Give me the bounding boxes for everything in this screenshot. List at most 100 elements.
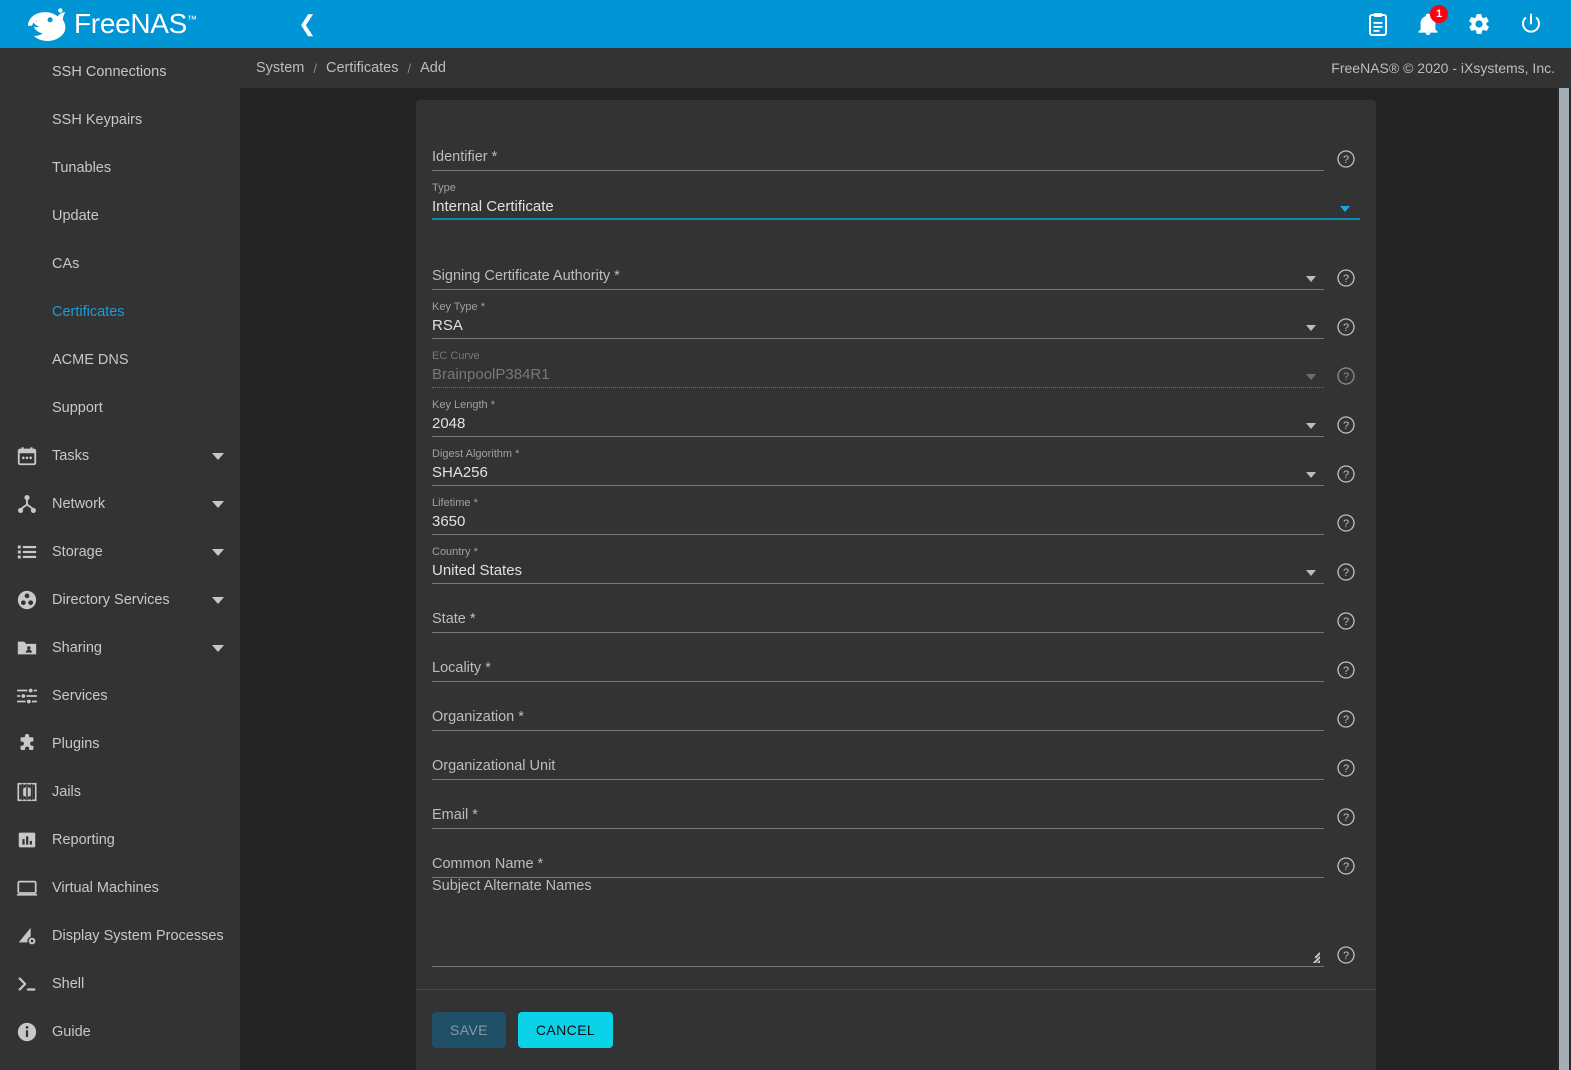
field-email[interactable]: Email * ? [432,780,1360,829]
sidebar-item-update[interactable]: Update [0,192,240,240]
common-name-placeholder: Common Name * [432,855,1324,874]
field-key-type[interactable]: Key Type * RSA ? [432,290,1360,339]
field-subject-alternate-names[interactable]: Subject Alternate Names ? [432,878,1360,973]
sidebar-item-sharing[interactable]: Sharing [0,624,240,672]
help-icon[interactable]: ? [1336,317,1356,337]
help-icon[interactable]: ? [1336,611,1356,631]
sidebar-item-cas[interactable]: CAs [0,240,240,288]
sidebar-item-label: ACME DNS [52,352,224,368]
help-icon[interactable]: ? [1336,660,1356,680]
field-signing-certificate-authority[interactable]: Signing Certificate Authority * ? [432,241,1360,290]
organizational-unit-placeholder: Organizational Unit [432,757,1324,776]
sharing-folder-icon [14,635,40,661]
help-icon[interactable]: ? [1336,268,1356,288]
field-organizational-unit[interactable]: Organizational Unit ? [432,731,1360,780]
field-organization[interactable]: Organization * ? [432,682,1360,731]
shell-prompt-icon [14,971,40,997]
help-icon[interactable]: ? [1336,366,1356,386]
key-length-value: 2048 [432,414,1324,433]
sidebar-item-network[interactable]: Network [0,480,240,528]
chevron-down-icon[interactable] [1306,276,1316,282]
chevron-down-icon[interactable] [1306,472,1316,478]
svg-text:?: ? [1343,812,1349,824]
help-icon[interactable]: ? [1336,856,1356,876]
sidebar-item-shell[interactable]: Shell [0,960,240,1008]
cancel-button[interactable]: CANCEL [518,1012,613,1048]
sidebar-item-ssh-connections[interactable]: SSH Connections [0,48,240,96]
sidebar-item-tunables[interactable]: Tunables [0,144,240,192]
help-icon[interactable]: ? [1336,464,1356,484]
field-country[interactable]: Country * United States ? [432,535,1360,584]
chevron-down-icon[interactable] [1306,570,1316,576]
breadcrumb-item-system[interactable]: System [256,60,304,76]
svg-text:?: ? [1343,714,1349,726]
sidebar-item-label: Virtual Machines [52,880,224,896]
chevron-down-icon[interactable] [212,597,224,604]
sidebar-item-acme-dns[interactable]: ACME DNS [0,336,240,384]
puzzle-piece-icon [14,731,40,757]
sidebar-item-guide[interactable]: Guide [0,1008,240,1056]
chevron-down-icon[interactable] [1340,206,1350,212]
chevron-left-icon[interactable]: ❮ [298,13,316,35]
help-icon[interactable]: ? [1336,415,1356,435]
help-icon[interactable]: ? [1336,758,1356,778]
state-placeholder: State * [432,610,1324,629]
field-lifetime[interactable]: Lifetime * 3650 ? [432,486,1360,535]
sidebar-item-virtual-machines[interactable]: Virtual Machines [0,864,240,912]
country-label: Country * [432,546,1324,559]
sidebar-item-storage[interactable]: Storage [0,528,240,576]
page-scrollbar[interactable] [1557,88,1571,1070]
sidebar-item-label: Plugins [52,736,224,752]
field-state[interactable]: State * ? [432,584,1360,633]
chevron-down-icon[interactable] [212,501,224,508]
sidebar-item-label: Update [52,208,224,224]
hamburger-menu-icon[interactable] [258,19,280,29]
gear-icon[interactable] [1467,12,1491,36]
field-common-name[interactable]: Common Name * ? [432,829,1360,878]
textarea-resize-handle-icon[interactable] [1306,949,1320,963]
help-icon[interactable]: ? [1336,562,1356,582]
chevron-down-icon[interactable] [212,645,224,652]
svg-text:?: ? [1343,518,1349,530]
field-key-length[interactable]: Key Length * 2048 ? [432,388,1360,437]
breadcrumb-separator: / [313,61,317,76]
help-icon[interactable]: ? [1336,149,1356,169]
help-icon[interactable]: ? [1336,709,1356,729]
breadcrumb-item-certificates[interactable]: Certificates [326,60,399,76]
sidebar-item-certificates[interactable]: Certificates [0,288,240,336]
sidebar-item-display-system-processes[interactable]: Display System Processes [0,912,240,960]
sidebar-item-tasks[interactable]: Tasks [0,432,240,480]
help-icon[interactable]: ? [1336,945,1356,965]
brand-logo[interactable]: FreeNAS™ [0,0,240,48]
organization-placeholder: Organization * [432,708,1324,727]
svg-text:?: ? [1343,322,1349,334]
sidebar-item-reporting[interactable]: Reporting [0,816,240,864]
sidebar-item-ssh-keypairs[interactable]: SSH Keypairs [0,96,240,144]
type-label: Type [432,182,1324,195]
field-locality[interactable]: Locality * ? [432,633,1360,682]
sidebar-item-label: Tunables [52,160,224,176]
help-icon[interactable]: ? [1336,513,1356,533]
breadcrumb-separator: / [408,61,412,76]
page-scrollbar-thumb[interactable] [1559,88,1569,1070]
chevron-down-icon[interactable] [212,453,224,460]
sidebar-item-directory-services[interactable]: Directory Services [0,576,240,624]
chevron-down-icon[interactable] [212,549,224,556]
field-type[interactable]: Type Internal Certificate [432,171,1360,220]
field-digest-algorithm[interactable]: Digest Algorithm * SHA256 ? [432,437,1360,486]
chevron-down-icon[interactable] [1306,423,1316,429]
svg-text:?: ? [1343,763,1349,775]
sidebar-item-jails[interactable]: Jails [0,768,240,816]
help-icon[interactable]: ? [1336,807,1356,827]
sidebar-item-support[interactable]: Support [0,384,240,432]
alert-count-badge: 1 [1430,5,1448,23]
locality-placeholder: Locality * [432,659,1324,678]
chevron-down-icon[interactable] [1306,325,1316,331]
sidebar-item-services[interactable]: Services [0,672,240,720]
clipboard-icon[interactable] [1367,12,1389,36]
sidebar-item-plugins[interactable]: Plugins [0,720,240,768]
power-icon[interactable] [1519,12,1543,36]
field-identifier[interactable]: Identifier * ? [432,122,1360,171]
bell-icon[interactable]: 1 [1417,12,1439,36]
save-button[interactable]: SAVE [432,1012,506,1048]
